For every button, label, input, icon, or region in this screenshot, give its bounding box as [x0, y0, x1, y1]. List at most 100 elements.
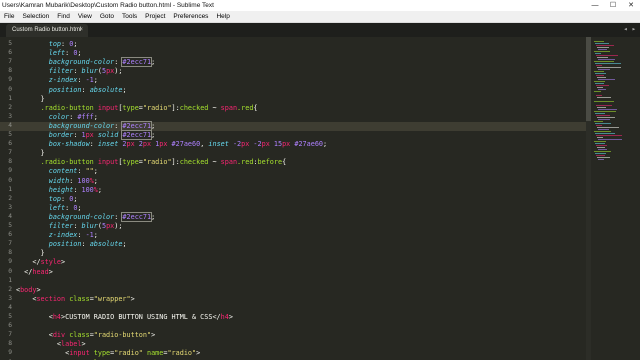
- line-number: 4: [8, 121, 12, 129]
- line-number: 9: [8, 167, 12, 175]
- minimap-line: [595, 83, 604, 84]
- code-line[interactable]: background-color: #2ecc71;: [16, 120, 155, 131]
- close-button[interactable]: ✕: [622, 0, 640, 11]
- minimap-line: [596, 105, 612, 106]
- code-line[interactable]: z-index: -1;: [16, 76, 98, 85]
- minimap-line: [594, 41, 604, 42]
- code-line[interactable]: position: absolute;: [16, 240, 127, 249]
- code-line[interactable]: filter: blur(5px);: [16, 67, 123, 76]
- minimap-line: [598, 139, 622, 140]
- line-number: 6: [8, 140, 12, 148]
- line-number-gutter: 567890123456789012345678901234567890: [0, 37, 14, 360]
- minimap-line: [598, 59, 615, 60]
- code-line[interactable]: .radio-button input[type="radio"]:checke…: [16, 104, 258, 113]
- menu-view[interactable]: View: [74, 11, 96, 22]
- minimap-line: [594, 151, 611, 152]
- window-titlebar: Users\Kamran Mubarik\Desktop\Custom Radi…: [0, 0, 640, 11]
- code-line[interactable]: <label>: [16, 340, 86, 349]
- code-line[interactable]: left: 0;: [16, 49, 82, 58]
- code-line[interactable]: }: [16, 95, 45, 104]
- minimap-line: [597, 67, 621, 68]
- minimap-line: [594, 111, 616, 112]
- tab-custom-radio-button[interactable]: Custom Radio button.html ×: [6, 24, 88, 37]
- code-line[interactable]: color: #fff;: [16, 113, 98, 122]
- minimap-line: [596, 115, 610, 116]
- code-line[interactable]: background-color: #2ecc71;: [16, 57, 155, 68]
- code-line[interactable]: content: "";: [16, 167, 98, 176]
- minimap-line: [594, 141, 606, 142]
- tab-strip: Custom Radio button.html × ◂ ▸: [0, 23, 640, 37]
- code-line[interactable]: background-color: #2ecc71;: [16, 211, 155, 222]
- minimap-line: [595, 63, 621, 64]
- code-line[interactable]: }: [16, 149, 45, 158]
- line-number: 7: [8, 149, 12, 157]
- code-line[interactable]: z-index: -1;: [16, 231, 98, 240]
- code-line[interactable]: .radio-button input[type="radio"]:checke…: [16, 158, 287, 167]
- menu-goto[interactable]: Goto: [96, 11, 118, 22]
- minimap-line: [597, 117, 615, 118]
- menu-selection[interactable]: Selection: [18, 11, 53, 22]
- tab-label: Custom Radio button.html: [12, 27, 82, 33]
- menu-tools[interactable]: Tools: [118, 11, 141, 22]
- code-line[interactable]: width: 100%;: [16, 177, 98, 186]
- line-number: 0: [8, 176, 12, 184]
- code-line[interactable]: }: [16, 249, 45, 258]
- line-number: 9: [8, 349, 12, 357]
- maximize-button[interactable]: ☐: [604, 0, 622, 11]
- minimap-line: [596, 85, 609, 86]
- window-title: Users\Kamran Mubarik\Desktop\Custom Radi…: [2, 2, 214, 9]
- code-line[interactable]: <input type="radio" name="radio">: [16, 349, 200, 358]
- menu-preferences[interactable]: Preferences: [169, 11, 212, 22]
- code-line[interactable]: left: 0;: [16, 204, 82, 213]
- code-line[interactable]: </style>: [16, 258, 65, 267]
- minimap-line: [597, 127, 619, 128]
- minimap-line: [597, 157, 610, 158]
- code-line[interactable]: </head>: [16, 268, 53, 277]
- minimap-line: [598, 129, 609, 130]
- tab-scroll-arrows-icon[interactable]: ◂ ▸: [623, 25, 636, 33]
- line-number: 6: [8, 49, 12, 57]
- minimap-line: [598, 149, 607, 150]
- menu-help[interactable]: Help: [212, 11, 233, 22]
- code-area[interactable]: top: 0; left: 0; background-color: #2ecc…: [16, 37, 586, 360]
- minimap-line: [598, 49, 607, 50]
- code-line[interactable]: filter: blur(5px);: [16, 222, 123, 231]
- line-number: 2: [8, 194, 12, 202]
- line-number: 5: [8, 313, 12, 320]
- minimap-line: [596, 65, 602, 66]
- line-number: 5: [8, 131, 12, 138]
- code-line[interactable]: <section class="wrapper">: [16, 295, 134, 304]
- line-number: 3: [8, 203, 12, 211]
- code-line[interactable]: <body>: [16, 286, 41, 295]
- code-line[interactable]: border: 1px solid #2ecc71;: [16, 130, 155, 140]
- minimap-line: [594, 81, 605, 82]
- line-number: 6: [8, 231, 12, 239]
- code-line[interactable]: <h4>CUSTOM RADIO BUTTON USING HTML & CSS…: [16, 313, 233, 322]
- minimap-line: [595, 113, 605, 114]
- minimap-line: [594, 71, 604, 72]
- minimap-line: [594, 91, 601, 92]
- line-number: 9: [8, 258, 12, 266]
- minimap-line: [596, 45, 614, 46]
- code-line[interactable]: top: 0;: [16, 195, 78, 204]
- code-line[interactable]: height: 100%;: [16, 186, 102, 195]
- minimap-line: [596, 75, 604, 76]
- minimap-line: [597, 77, 606, 78]
- menu-find[interactable]: Find: [53, 11, 74, 22]
- minimap[interactable]: [591, 37, 640, 360]
- line-number: 8: [8, 67, 12, 75]
- minimize-button[interactable]: —: [586, 0, 604, 11]
- line-number: 2: [8, 103, 12, 111]
- menu-project[interactable]: Project: [141, 11, 169, 22]
- menu-file[interactable]: File: [0, 11, 18, 22]
- code-editor[interactable]: 567890123456789012345678901234567890 top…: [0, 37, 586, 360]
- minimap-line: [598, 69, 610, 70]
- line-number: 3: [8, 294, 12, 302]
- code-line[interactable]: top: 0;: [16, 40, 78, 49]
- code-line[interactable]: position: absolute;: [16, 86, 127, 95]
- minimap-line: [595, 143, 605, 144]
- tab-close-icon[interactable]: ×: [79, 24, 83, 37]
- code-line[interactable]: <div class="radio-button">: [16, 331, 155, 340]
- code-line[interactable]: box-shadow: inset 2px 2px 1px #27ae60, i…: [16, 140, 327, 149]
- minimap-line: [595, 133, 615, 134]
